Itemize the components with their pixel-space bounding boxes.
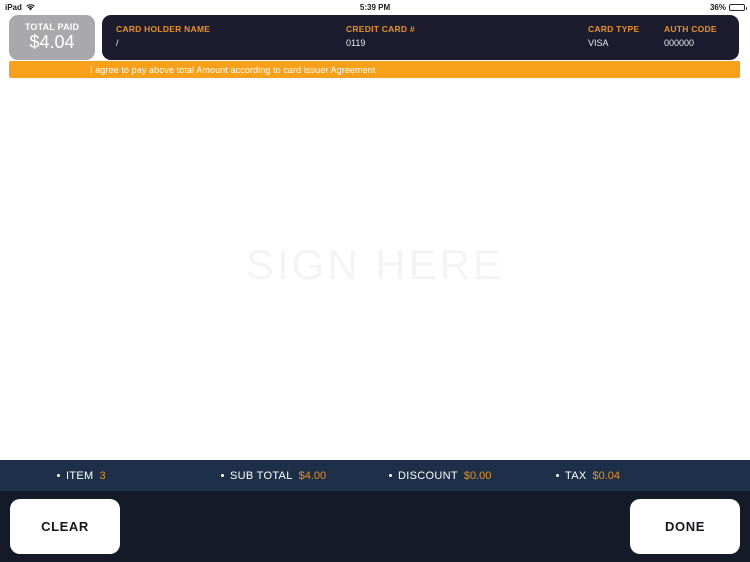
payment-header: TOTAL PAID $4.04 CARD HOLDER NAME / CRED… [0,14,750,60]
total-tax: TAX $0.04 [556,470,620,482]
total-item-count: ITEM 3 [57,470,106,482]
total-paid-label: TOTAL PAID [24,21,80,32]
discount-label: DISCOUNT [398,469,458,482]
sign-here-placeholder: SIGN HERE [245,241,505,288]
signature-canvas[interactable]: SIGN HERE [0,78,750,460]
ios-status-bar: iPad 5:39 PM 36% [0,0,750,14]
clear-button[interactable]: CLEAR [10,499,120,554]
total-discount: DISCOUNT $0.00 [389,470,491,482]
credit-card-number-label: CREDIT CARD # [346,24,415,34]
total-sub-total: SUB TOTAL $4.00 [221,470,326,482]
bullet-dot-icon [57,474,60,477]
total-paid-button[interactable]: TOTAL PAID $4.04 [9,15,95,60]
agreement-banner: I agree to pay above total Amount accord… [9,61,740,78]
tax-value: $0.04 [592,469,621,482]
agreement-text: I agree to pay above total Amount accord… [90,64,376,75]
card-holder-name-label: CARD HOLDER NAME [116,24,211,34]
auth-code-label: AUTH CODE [664,24,717,34]
footer-action-bar: CLEAR DONE [0,491,750,562]
sub-total-label: SUB TOTAL [230,469,293,482]
item-label: ITEM [66,469,94,482]
field-auth-code[interactable]: AUTH CODE 000000 [664,24,717,48]
status-bar-right: 36% [709,2,747,12]
payment-signature-screen: iPad 5:39 PM 36% TOTAL PAID $4.04 CARD H… [0,0,750,562]
credit-card-number-value: 0119 [346,38,366,48]
done-button[interactable]: DONE [630,499,740,554]
tax-label: TAX [565,469,587,482]
item-value: 3 [99,469,106,482]
card-info-panel: CARD HOLDER NAME / CREDIT CARD # 0119 CA… [102,15,739,60]
totals-summary-bar: ITEM 3 SUB TOTAL $4.00 DISCOUNT $0.00 TA… [0,460,750,491]
battery-percent-label: 36% [709,2,726,12]
bullet-dot-icon [556,474,559,477]
card-type-value: VISA [588,38,609,48]
card-holder-name-value: / [116,38,119,48]
field-card-holder-name[interactable]: CARD HOLDER NAME / [116,24,210,48]
field-credit-card-number[interactable]: CREDIT CARD # 0119 [346,24,415,48]
auth-code-value: 000000 [664,38,695,48]
sub-total-value: $4.00 [298,469,327,482]
discount-value: $0.00 [463,469,492,482]
field-card-type[interactable]: CARD TYPE VISA [588,24,639,48]
total-paid-value: $4.04 [29,32,75,53]
status-bar-clock: 5:39 PM [359,2,391,12]
battery-icon [729,3,747,11]
bullet-dot-icon [389,474,392,477]
card-type-label: CARD TYPE [588,24,640,34]
bullet-dot-icon [221,474,224,477]
